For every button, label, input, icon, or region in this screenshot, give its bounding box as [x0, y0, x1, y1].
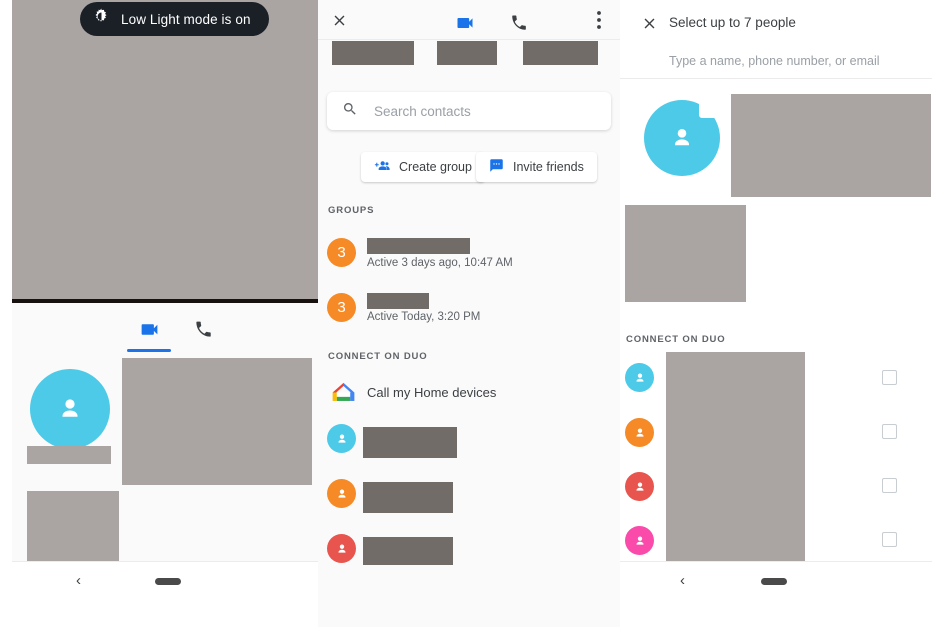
- tab-label-redaction: [437, 41, 497, 65]
- create-group-label: Create group: [399, 160, 472, 174]
- group-name-redaction: [367, 238, 470, 254]
- low-light-mode-icon: [93, 8, 110, 30]
- middle-topbar: [318, 0, 620, 40]
- left-tabstrip: [122, 314, 230, 344]
- tab-video-call[interactable]: [122, 314, 176, 344]
- search-contacts-placeholder: Search contacts: [374, 104, 471, 119]
- person-icon: [633, 426, 647, 440]
- person-icon: [335, 542, 349, 556]
- person-icon: [633, 480, 647, 494]
- contact-name-redaction: [363, 427, 457, 458]
- tab-voice-call[interactable]: [176, 314, 230, 344]
- contact-avatar[interactable]: [327, 424, 356, 453]
- contact-checkbox[interactable]: [882, 532, 897, 547]
- low-light-mode-toast: Low Light mode is on: [80, 2, 269, 36]
- more-vertical-icon[interactable]: [588, 8, 610, 32]
- contact-checkbox[interactable]: [882, 424, 897, 439]
- person-icon: [668, 124, 696, 152]
- person-icon: [335, 487, 349, 501]
- people-search-input-placeholder[interactable]: Type a name, phone number, or email: [669, 54, 880, 68]
- person-icon: [633, 534, 647, 548]
- left-secondary-card-redaction: [27, 491, 119, 562]
- right-phone-panel: Select up to 7 people Type a name, phone…: [620, 0, 940, 627]
- navbar-left: ‹: [12, 561, 318, 602]
- left-featured-avatar[interactable]: [30, 369, 110, 449]
- contact-avatar[interactable]: [625, 472, 654, 501]
- invite-friends-button[interactable]: Invite friends: [476, 152, 597, 182]
- left-phone-panel: Low Light mode is on ‹: [0, 0, 318, 627]
- tab-voice-call[interactable]: [492, 8, 546, 38]
- low-light-mode-label: Low Light mode is on: [121, 12, 251, 27]
- back-chevron-icon[interactable]: ‹: [680, 572, 685, 589]
- group-name-redaction: [367, 293, 429, 309]
- middle-tabstrip: [438, 8, 546, 38]
- left-featured-name-redaction: [27, 446, 111, 464]
- navbar-right: ‹: [620, 561, 932, 602]
- close-icon[interactable]: [328, 9, 350, 31]
- secondary-card-redaction: [625, 205, 746, 302]
- add-group-icon: [374, 159, 390, 176]
- person-icon: [633, 371, 647, 385]
- contact-avatar[interactable]: [327, 534, 356, 563]
- contact-name-redaction: [363, 537, 453, 565]
- contact-avatar[interactable]: [625, 418, 654, 447]
- contact-avatar[interactable]: [625, 363, 654, 392]
- group-avatar[interactable]: 3: [327, 293, 356, 322]
- create-group-button[interactable]: Create group: [361, 152, 485, 182]
- header-divider: [620, 78, 932, 79]
- video-preview-area: [12, 0, 318, 302]
- contact-checkbox[interactable]: [882, 370, 897, 385]
- call-home-devices-label[interactable]: Call my Home devices: [367, 385, 496, 400]
- person-icon: [335, 432, 349, 446]
- close-icon[interactable]: [638, 12, 660, 34]
- tab-video-call-underline: [127, 349, 171, 352]
- tab-video-call[interactable]: [438, 8, 492, 38]
- group-activity-status: Active Today, 3:20 PM: [367, 311, 480, 323]
- group-activity-status: Active 3 days ago, 10:47 AM: [367, 257, 513, 269]
- invite-friends-label: Invite friends: [513, 160, 584, 174]
- contact-checkbox[interactable]: [882, 478, 897, 493]
- home-pill-icon[interactable]: [761, 578, 787, 585]
- tab-label-redaction: [523, 41, 598, 65]
- tab-label-redaction: [332, 41, 414, 65]
- select-people-title: Select up to 7 people: [669, 15, 796, 30]
- connect-on-duo-header: CONNECT ON DUO: [626, 334, 726, 345]
- google-home-icon: [329, 378, 358, 407]
- featured-contact-card-redaction: [731, 94, 931, 197]
- group-member-count: 3: [337, 299, 345, 316]
- left-featured-card-redaction: [122, 358, 312, 485]
- home-pill-icon[interactable]: [155, 578, 181, 585]
- featured-contact-checkbox[interactable]: [699, 99, 718, 118]
- search-contacts-field[interactable]: Search contacts: [327, 92, 611, 130]
- back-chevron-icon[interactable]: ‹: [76, 572, 81, 589]
- invite-chat-icon: [489, 158, 504, 176]
- middle-phone-panel: Search contacts Create group Invite frie…: [318, 0, 620, 627]
- person-icon: [55, 394, 85, 424]
- groups-section-header: GROUPS: [328, 205, 374, 216]
- group-member-count: 3: [337, 244, 345, 261]
- contact-name-redaction: [363, 482, 453, 513]
- group-avatar[interactable]: 3: [327, 238, 356, 267]
- contact-avatar[interactable]: [327, 479, 356, 508]
- contact-names-redaction: [666, 352, 805, 561]
- contact-avatar[interactable]: [625, 526, 654, 555]
- search-icon: [342, 101, 358, 122]
- right-topbar: Select up to 7 people: [620, 0, 940, 46]
- connect-on-duo-header: CONNECT ON DUO: [328, 351, 428, 362]
